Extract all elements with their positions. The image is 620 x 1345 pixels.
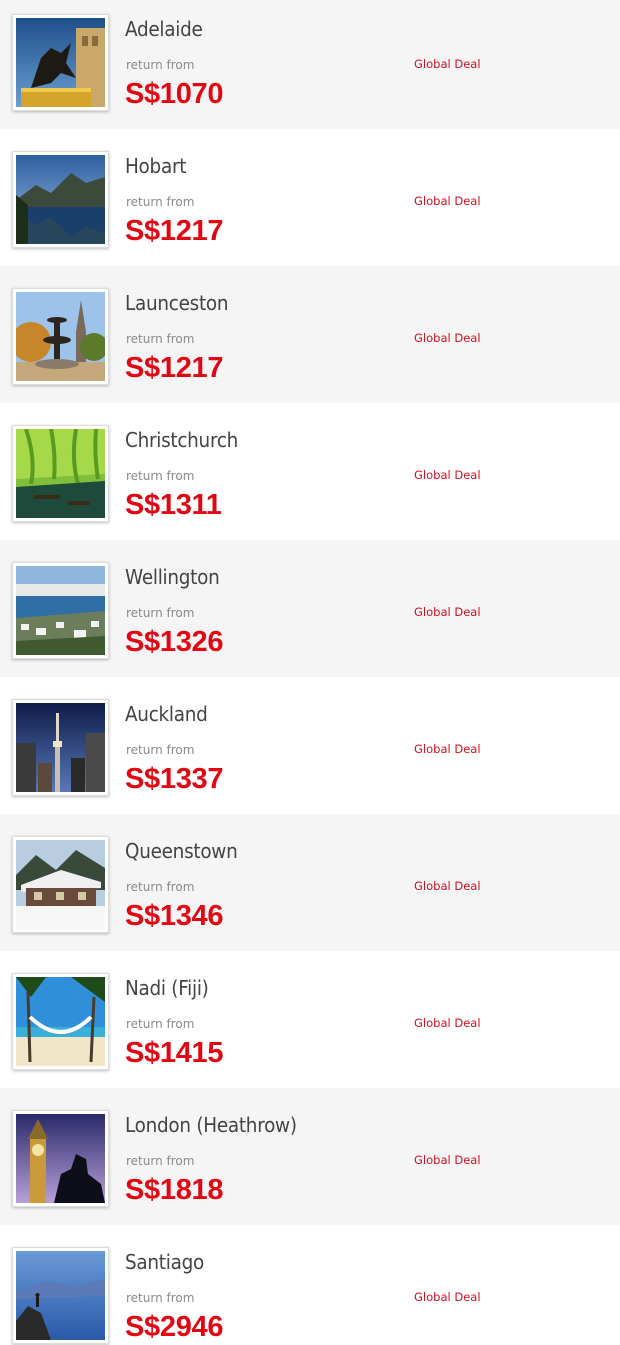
deal-row-santiago[interactable]: Santiago return from S$2946 Global Deal	[0, 1225, 620, 1345]
return-from-label: return from	[126, 606, 195, 620]
city-name[interactable]: Nadi (Fiji)	[125, 976, 209, 1000]
destination-thumbnail[interactable]	[12, 288, 109, 385]
global-deal-badge[interactable]: Global Deal	[414, 879, 481, 893]
global-deal-badge[interactable]: Global Deal	[414, 742, 481, 756]
return-from-label: return from	[126, 58, 195, 72]
global-deal-badge[interactable]: Global Deal	[414, 1290, 481, 1304]
deal-row-auckland[interactable]: Auckland return from S$1337 Global Deal	[0, 677, 620, 814]
global-deal-badge[interactable]: Global Deal	[414, 468, 481, 482]
harbour-city-photo	[16, 566, 105, 655]
mountain-lake-photo	[16, 1251, 105, 1340]
destination-thumbnail[interactable]	[12, 151, 109, 248]
city-name[interactable]: Queenstown	[125, 839, 238, 863]
return-from-label: return from	[126, 195, 195, 209]
city-name[interactable]: Adelaide	[125, 17, 203, 41]
sky-tower-photo	[16, 703, 105, 792]
destination-thumbnail[interactable]	[12, 425, 109, 522]
deals-list: Adelaide return from S$1070 Global Deal …	[0, 0, 620, 1345]
return-from-label: return from	[126, 469, 195, 483]
city-name[interactable]: Launceston	[125, 291, 229, 315]
city-name[interactable]: Auckland	[125, 702, 208, 726]
snow-lodge-photo	[16, 840, 105, 929]
deal-row-wellington[interactable]: Wellington return from S$1326 Global Dea…	[0, 540, 620, 677]
price[interactable]: S$1311	[125, 489, 222, 522]
city-name[interactable]: Hobart	[125, 154, 186, 178]
deal-row-london[interactable]: London (Heathrow) return from S$1818 Glo…	[0, 1088, 620, 1225]
price[interactable]: S$1337	[125, 763, 223, 796]
fountain-park-photo	[16, 292, 105, 381]
deal-row-nadi[interactable]: Nadi (Fiji) return from S$1415 Global De…	[0, 951, 620, 1088]
destination-thumbnail[interactable]	[12, 562, 109, 659]
global-deal-badge[interactable]: Global Deal	[414, 605, 481, 619]
return-from-label: return from	[126, 1154, 195, 1168]
price[interactable]: S$1818	[125, 1174, 223, 1207]
global-deal-badge[interactable]: Global Deal	[414, 194, 481, 208]
return-from-label: return from	[126, 1291, 195, 1305]
beach-hammock-photo	[16, 977, 105, 1066]
global-deal-badge[interactable]: Global Deal	[414, 1016, 481, 1030]
price[interactable]: S$2946	[125, 1311, 223, 1344]
deal-row-launceston[interactable]: Launceston return from S$1217 Global Dea…	[0, 266, 620, 403]
destination-thumbnail[interactable]	[12, 836, 109, 933]
city-name[interactable]: Wellington	[125, 565, 220, 589]
lake-mountain-photo	[16, 155, 105, 244]
price[interactable]: S$1217	[125, 352, 223, 385]
price[interactable]: S$1070	[125, 78, 223, 111]
city-name[interactable]: London (Heathrow)	[125, 1113, 297, 1137]
return-from-label: return from	[126, 332, 195, 346]
destination-thumbnail[interactable]	[12, 14, 109, 111]
river-punting-photo	[16, 429, 105, 518]
statue-photo	[16, 18, 105, 107]
city-name[interactable]: Christchurch	[125, 428, 238, 452]
deal-row-christchurch[interactable]: Christchurch return from S$1311 Global D…	[0, 403, 620, 540]
destination-thumbnail[interactable]	[12, 973, 109, 1070]
deal-row-hobart[interactable]: Hobart return from S$1217 Global Deal	[0, 129, 620, 266]
destination-thumbnail[interactable]	[12, 1110, 109, 1207]
return-from-label: return from	[126, 743, 195, 757]
global-deal-badge[interactable]: Global Deal	[414, 1153, 481, 1167]
price[interactable]: S$1217	[125, 215, 223, 248]
deal-row-queenstown[interactable]: Queenstown return from S$1346 Global Dea…	[0, 814, 620, 951]
return-from-label: return from	[126, 880, 195, 894]
price[interactable]: S$1326	[125, 626, 223, 659]
destination-thumbnail[interactable]	[12, 699, 109, 796]
global-deal-badge[interactable]: Global Deal	[414, 331, 481, 345]
return-from-label: return from	[126, 1017, 195, 1031]
global-deal-badge[interactable]: Global Deal	[414, 57, 481, 71]
big-ben-photo	[16, 1114, 105, 1203]
city-name[interactable]: Santiago	[125, 1250, 204, 1274]
destination-thumbnail[interactable]	[12, 1247, 109, 1344]
deal-row-adelaide[interactable]: Adelaide return from S$1070 Global Deal	[0, 0, 620, 129]
price[interactable]: S$1415	[125, 1037, 223, 1070]
price[interactable]: S$1346	[125, 900, 223, 933]
